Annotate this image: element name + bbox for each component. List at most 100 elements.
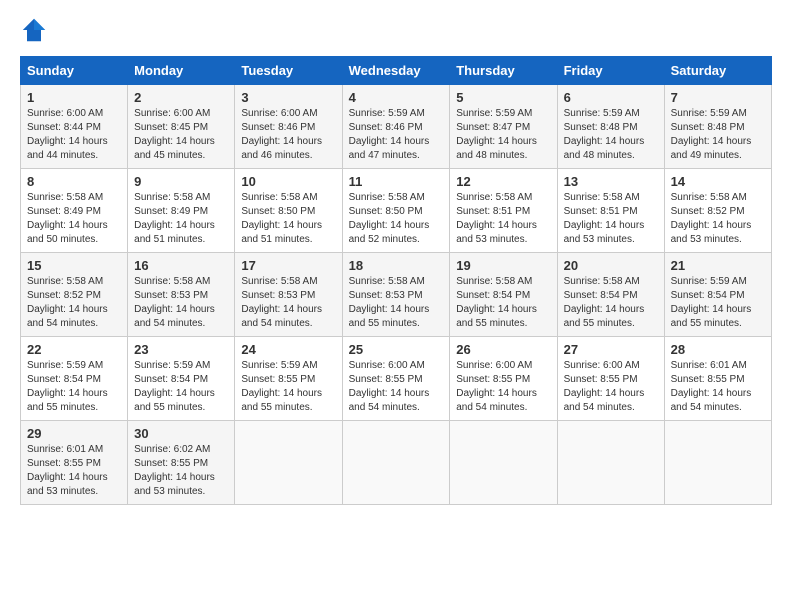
calendar-cell: 21 Sunrise: 5:59 AMSunset: 8:54 PMDaylig… [664,253,771,337]
calendar-cell: 19 Sunrise: 5:58 AMSunset: 8:54 PMDaylig… [450,253,557,337]
cell-info: Sunrise: 6:02 AMSunset: 8:55 PMDaylight:… [134,444,215,497]
day-number: 6 [564,90,658,105]
cell-info: Sunrise: 5:58 AMSunset: 8:51 PMDaylight:… [564,192,645,245]
calendar-header-row: SundayMondayTuesdayWednesdayThursdayFrid… [21,57,772,85]
day-number: 10 [241,174,335,189]
calendar-cell: 15 Sunrise: 5:58 AMSunset: 8:52 PMDaylig… [21,253,128,337]
calendar-cell: 10 Sunrise: 5:58 AMSunset: 8:50 PMDaylig… [235,169,342,253]
cell-info: Sunrise: 5:59 AMSunset: 8:48 PMDaylight:… [564,108,645,161]
calendar-cell: 8 Sunrise: 5:58 AMSunset: 8:49 PMDayligh… [21,169,128,253]
cell-info: Sunrise: 5:59 AMSunset: 8:46 PMDaylight:… [349,108,430,161]
cell-info: Sunrise: 5:58 AMSunset: 8:54 PMDaylight:… [564,276,645,329]
calendar-cell: 24 Sunrise: 5:59 AMSunset: 8:55 PMDaylig… [235,337,342,421]
day-number: 3 [241,90,335,105]
day-header-sunday: Sunday [21,57,128,85]
day-number: 2 [134,90,228,105]
calendar-cell: 3 Sunrise: 6:00 AMSunset: 8:46 PMDayligh… [235,85,342,169]
cell-info: Sunrise: 5:58 AMSunset: 8:50 PMDaylight:… [241,192,322,245]
calendar-cell: 18 Sunrise: 5:58 AMSunset: 8:53 PMDaylig… [342,253,450,337]
day-number: 5 [456,90,550,105]
calendar-week-row: 29 Sunrise: 6:01 AMSunset: 8:55 PMDaylig… [21,421,772,505]
calendar-cell: 30 Sunrise: 6:02 AMSunset: 8:55 PMDaylig… [128,421,235,505]
day-number: 26 [456,342,550,357]
day-number: 19 [456,258,550,273]
cell-info: Sunrise: 5:58 AMSunset: 8:53 PMDaylight:… [241,276,322,329]
cell-info: Sunrise: 5:58 AMSunset: 8:49 PMDaylight:… [134,192,215,245]
day-number: 27 [564,342,658,357]
cell-info: Sunrise: 6:00 AMSunset: 8:46 PMDaylight:… [241,108,322,161]
cell-info: Sunrise: 5:59 AMSunset: 8:54 PMDaylight:… [671,276,752,329]
calendar-cell: 22 Sunrise: 5:59 AMSunset: 8:54 PMDaylig… [21,337,128,421]
cell-info: Sunrise: 5:58 AMSunset: 8:52 PMDaylight:… [27,276,108,329]
calendar-cell: 20 Sunrise: 5:58 AMSunset: 8:54 PMDaylig… [557,253,664,337]
day-number: 29 [27,426,121,441]
cell-info: Sunrise: 5:59 AMSunset: 8:55 PMDaylight:… [241,360,322,413]
calendar-cell: 9 Sunrise: 5:58 AMSunset: 8:49 PMDayligh… [128,169,235,253]
calendar-cell: 12 Sunrise: 5:58 AMSunset: 8:51 PMDaylig… [450,169,557,253]
logo [20,16,52,44]
cell-info: Sunrise: 5:58 AMSunset: 8:50 PMDaylight:… [349,192,430,245]
calendar-cell: 1 Sunrise: 6:00 AMSunset: 8:44 PMDayligh… [21,85,128,169]
calendar-week-row: 15 Sunrise: 5:58 AMSunset: 8:52 PMDaylig… [21,253,772,337]
day-number: 14 [671,174,765,189]
day-number: 13 [564,174,658,189]
calendar-cell: 17 Sunrise: 5:58 AMSunset: 8:53 PMDaylig… [235,253,342,337]
calendar-cell: 7 Sunrise: 5:59 AMSunset: 8:48 PMDayligh… [664,85,771,169]
calendar-cell: 27 Sunrise: 6:00 AMSunset: 8:55 PMDaylig… [557,337,664,421]
day-number: 17 [241,258,335,273]
logo-icon [20,16,48,44]
calendar-cell: 6 Sunrise: 5:59 AMSunset: 8:48 PMDayligh… [557,85,664,169]
day-number: 21 [671,258,765,273]
calendar-week-row: 8 Sunrise: 5:58 AMSunset: 8:49 PMDayligh… [21,169,772,253]
day-number: 24 [241,342,335,357]
calendar-cell: 29 Sunrise: 6:01 AMSunset: 8:55 PMDaylig… [21,421,128,505]
day-number: 4 [349,90,444,105]
calendar-cell: 4 Sunrise: 5:59 AMSunset: 8:46 PMDayligh… [342,85,450,169]
day-number: 20 [564,258,658,273]
cell-info: Sunrise: 6:00 AMSunset: 8:45 PMDaylight:… [134,108,215,161]
calendar-cell [664,421,771,505]
cell-info: Sunrise: 5:59 AMSunset: 8:48 PMDaylight:… [671,108,752,161]
calendar-cell: 26 Sunrise: 6:00 AMSunset: 8:55 PMDaylig… [450,337,557,421]
cell-info: Sunrise: 6:00 AMSunset: 8:55 PMDaylight:… [349,360,430,413]
calendar-week-row: 1 Sunrise: 6:00 AMSunset: 8:44 PMDayligh… [21,85,772,169]
day-number: 30 [134,426,228,441]
day-number: 28 [671,342,765,357]
calendar-cell: 11 Sunrise: 5:58 AMSunset: 8:50 PMDaylig… [342,169,450,253]
cell-info: Sunrise: 6:00 AMSunset: 8:55 PMDaylight:… [456,360,537,413]
day-number: 16 [134,258,228,273]
cell-info: Sunrise: 6:00 AMSunset: 8:44 PMDaylight:… [27,108,108,161]
day-header-friday: Friday [557,57,664,85]
calendar-cell [342,421,450,505]
day-number: 18 [349,258,444,273]
cell-info: Sunrise: 5:59 AMSunset: 8:54 PMDaylight:… [134,360,215,413]
cell-info: Sunrise: 5:58 AMSunset: 8:52 PMDaylight:… [671,192,752,245]
day-number: 11 [349,174,444,189]
calendar-cell: 28 Sunrise: 6:01 AMSunset: 8:55 PMDaylig… [664,337,771,421]
calendar-week-row: 22 Sunrise: 5:59 AMSunset: 8:54 PMDaylig… [21,337,772,421]
calendar-table: SundayMondayTuesdayWednesdayThursdayFrid… [20,56,772,505]
cell-info: Sunrise: 5:58 AMSunset: 8:53 PMDaylight:… [349,276,430,329]
calendar-cell: 23 Sunrise: 5:59 AMSunset: 8:54 PMDaylig… [128,337,235,421]
day-number: 22 [27,342,121,357]
cell-info: Sunrise: 5:58 AMSunset: 8:51 PMDaylight:… [456,192,537,245]
day-number: 9 [134,174,228,189]
cell-info: Sunrise: 5:58 AMSunset: 8:53 PMDaylight:… [134,276,215,329]
cell-info: Sunrise: 6:01 AMSunset: 8:55 PMDaylight:… [671,360,752,413]
day-number: 1 [27,90,121,105]
day-header-saturday: Saturday [664,57,771,85]
calendar-cell: 25 Sunrise: 6:00 AMSunset: 8:55 PMDaylig… [342,337,450,421]
calendar-cell [450,421,557,505]
day-header-wednesday: Wednesday [342,57,450,85]
calendar-cell: 13 Sunrise: 5:58 AMSunset: 8:51 PMDaylig… [557,169,664,253]
calendar-cell: 16 Sunrise: 5:58 AMSunset: 8:53 PMDaylig… [128,253,235,337]
cell-info: Sunrise: 5:59 AMSunset: 8:54 PMDaylight:… [27,360,108,413]
day-number: 23 [134,342,228,357]
calendar-cell [557,421,664,505]
cell-info: Sunrise: 5:59 AMSunset: 8:47 PMDaylight:… [456,108,537,161]
day-number: 25 [349,342,444,357]
day-header-monday: Monday [128,57,235,85]
calendar-cell [235,421,342,505]
day-number: 8 [27,174,121,189]
day-header-tuesday: Tuesday [235,57,342,85]
